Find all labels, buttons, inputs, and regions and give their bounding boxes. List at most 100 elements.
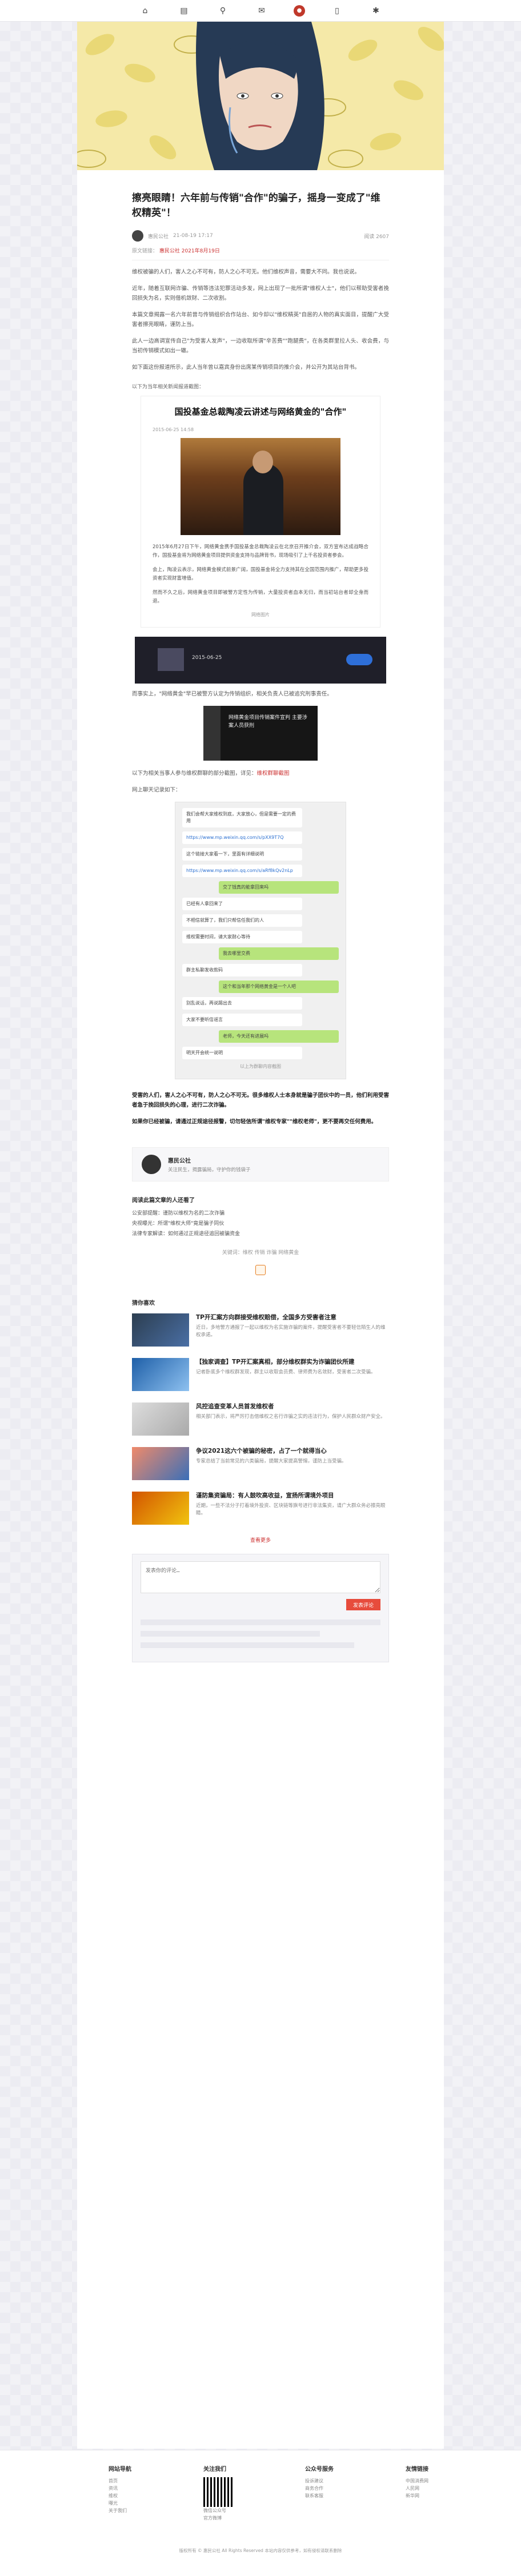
chat-message: 老师，今天还有进展吗 bbox=[219, 1030, 339, 1043]
recommend-item[interactable]: TP开汇案方向群接受维权赔偿，全国多方受害者注意 近日，多地警方通报了一起以维权为… bbox=[132, 1313, 389, 1347]
source-line: 原文链接： 惠民公社 2021年8月19日 bbox=[132, 247, 389, 260]
footer-link[interactable]: 商务合作 bbox=[305, 2485, 334, 2492]
paragraph: 而事实上，"网络黄金"早已被警方认定为传销组织，相关负责人已被追究刑事责任。 bbox=[132, 691, 332, 697]
view-count: 阅读 2607 bbox=[364, 234, 389, 240]
chat-message: 别乱说话，再说踢出去 bbox=[182, 997, 302, 1010]
author-name[interactable]: 惠民公社 bbox=[148, 232, 169, 240]
author-card-avatar bbox=[142, 1155, 161, 1174]
recommend-thumbnail bbox=[132, 1447, 189, 1480]
home-icon[interactable]: ⌂ bbox=[138, 4, 152, 18]
paragraph: 近年，随着互联网诈骗、传销等违法犯罪活动多发，网上出现了一批所谓"维权人士"，他… bbox=[132, 286, 389, 302]
recommend-title: 风控追查变革人员首发维权者 bbox=[196, 1403, 274, 1410]
related-item[interactable]: 法律专家解读：如何通过正规途径追回被骗资金 bbox=[132, 1229, 389, 1239]
news-screenshot: 国投基金总裁陶凌云讲述与网络黄金的"合作" 2015-06-25 14:58 2… bbox=[141, 396, 380, 628]
keywords: 关键词：维权 传销 诈骗 网络黄金 bbox=[222, 1250, 299, 1256]
footer-column: 关注我们 微信公众号 官方微博 bbox=[203, 2464, 233, 2522]
chat-message: 交了钱真的能拿回来吗 bbox=[219, 881, 339, 894]
load-more-link[interactable]: 查看更多 bbox=[132, 1536, 389, 1544]
recommend-desc: 专家总结了当前常见的六类骗局，提醒大家提高警惕，谨防上当受骗。 bbox=[196, 1458, 347, 1464]
footer-link[interactable]: 微信公众号 bbox=[203, 2507, 233, 2514]
card-thumbnail bbox=[203, 706, 221, 761]
recommend-thumbnail bbox=[132, 1358, 189, 1391]
recommend-item[interactable]: 风控追查变革人员首发维权者相关部门表示，将严厉打击借维权之名行诈骗之实的违法行为… bbox=[132, 1402, 389, 1436]
recommend-title: 谨防集资骗局：有人鼓吹高收益，宣扬所谓境外项目 bbox=[196, 1492, 334, 1499]
card-text: 网络黄金项目传销案件宣判 主要涉案人员获刑 bbox=[229, 715, 307, 729]
news-paragraph: 会上，陶凌云表示，网络黄金模式前景广阔，国投基金将全力支持其在全国范围内推广，帮… bbox=[153, 567, 368, 581]
submit-comment-button[interactable]: 发表评论 bbox=[346, 1599, 380, 1610]
footer-heading: 网站导航 bbox=[109, 2466, 131, 2473]
paragraph: 以下为相关当事人参与维权群聊的部分截图，详见：维权群聊截图 bbox=[132, 769, 389, 778]
image-watermark: 网络图片 bbox=[251, 612, 270, 617]
settings-icon[interactable]: ✱ bbox=[369, 4, 383, 18]
qr-code bbox=[203, 2477, 233, 2507]
footer-link[interactable]: 联系客服 bbox=[305, 2492, 334, 2499]
recommend-item[interactable]: 争议2021这六个被骗的秘密，占了一个就得当心 专家总结了当前常见的六类骗局，提醒… bbox=[132, 1447, 389, 1480]
news-card[interactable]: 网络黄金项目传销案件宣判 主要涉案人员获刑 bbox=[203, 706, 318, 761]
recommend-thumbnail bbox=[132, 1492, 189, 1525]
author-avatar[interactable] bbox=[132, 230, 143, 242]
author-card-name: 惠民公社 bbox=[168, 1158, 191, 1164]
news-paragraph: 然而不久之后，网络黄金项目即被警方定性为传销，大量投资者血本无归，而当初站台者却… bbox=[153, 590, 368, 604]
footer-link[interactable]: 人民网 bbox=[406, 2485, 428, 2492]
news-paragraph: 2015年6月27日下午，网络黄金携手国投基金总裁陶凌云在北京召开推介会，双方宣… bbox=[153, 544, 368, 558]
footer-link[interactable]: 关于我们 bbox=[109, 2507, 131, 2514]
related-item[interactable]: 央视曝光：所谓"维权大师"竟是骗子同伙 bbox=[132, 1219, 389, 1229]
footer-link[interactable]: 新华网 bbox=[406, 2492, 428, 2499]
footer-column: 友情链接 中国消费网 人民网 新华网 bbox=[406, 2464, 428, 2522]
mail-icon[interactable]: ✉ bbox=[255, 4, 268, 18]
footer-link[interactable]: 投诉建议 bbox=[305, 2477, 334, 2485]
footer-link[interactable]: 曝光 bbox=[109, 2499, 131, 2507]
hero-illustration bbox=[77, 22, 444, 170]
related-item[interactable]: 公安部提醒：谨防以维权为名的二次诈骗 bbox=[132, 1208, 389, 1219]
bookmark-icon[interactable]: ▯ bbox=[330, 4, 344, 18]
inline-link[interactable]: 维权群聊截图 bbox=[257, 770, 290, 777]
footer-link[interactable]: 中国消费网 bbox=[406, 2477, 428, 2485]
footer-column: 公众号服务 投诉建议 商务合作 联系客服 bbox=[305, 2464, 334, 2522]
footer-column: 网站导航 首页 资讯 维权 曝光 关于我们 bbox=[109, 2464, 131, 2522]
user-avatar[interactable]: ● bbox=[294, 5, 305, 17]
footer-link[interactable]: 资讯 bbox=[109, 2485, 131, 2492]
footer-heading: 公众号服务 bbox=[305, 2466, 334, 2473]
video-embed[interactable]: 2015-06-25 bbox=[135, 637, 386, 684]
article-icon[interactable]: ▤ bbox=[177, 4, 191, 18]
recommend-item[interactable]: 【独家调查】TP开汇案真相，部分维权群实为诈骗团伙所建 记者卧底多个维权群发现，群… bbox=[132, 1358, 389, 1391]
source-link[interactable]: 惠民公社 2021年8月19日 bbox=[159, 248, 220, 254]
chat-message: 维权需要时间，请大家耐心等待 bbox=[182, 931, 302, 943]
image-caption: 以下为当年相关新闻报道截图： bbox=[132, 384, 205, 390]
footer-link[interactable]: 维权 bbox=[109, 2492, 131, 2499]
comment-input[interactable] bbox=[141, 1561, 380, 1593]
related-articles: 阅读此篇文章的人还看了 公安部提醒：谨防以维权为名的二次诈骗 央视曝光：所谓"维… bbox=[132, 1195, 389, 1239]
comment-placeholder-line bbox=[141, 1631, 320, 1637]
chat-screenshot: 我们会帮大家维权到底，大家放心，但是需要一定的费用 https://www.mp… bbox=[175, 802, 346, 1079]
recommendations: 猜你喜欢 TP开汇案方向群接受维权赔偿，全国多方受害者注意 近日，多地警方通报了一… bbox=[77, 1275, 444, 1544]
footer-link[interactable]: 官方微博 bbox=[203, 2514, 233, 2522]
reward-icon[interactable] bbox=[255, 1265, 266, 1275]
chat-message: 这个链接大家看一下，里面有详细说明 bbox=[182, 848, 302, 861]
recommend-desc: 相关部门表示，将严厉打击借维权之名行诈骗之实的违法行为，保护人民群众财产安全。 bbox=[196, 1414, 386, 1420]
chat-message: 大家不要听信谣言 bbox=[182, 1014, 302, 1026]
top-navigation: ⌂ ▤ ⚲ ✉ ● ▯ ✱ bbox=[0, 0, 521, 22]
paragraph: 如下面这份报道所示，此人当年曾以嘉宾身份出席某传销项目的推介会，并公开为其站台背… bbox=[132, 364, 360, 371]
paragraph: 网上聊天记录如下： bbox=[132, 787, 181, 793]
chat-link: https://www.mp.weixin.qq.com/s/pXX9T7Q bbox=[182, 831, 302, 844]
paragraph: 维权被骗的人们，害人之心不可有，防人之心不可无。他们维权声音，需要大不同。我也说… bbox=[132, 269, 360, 275]
recommend-item[interactable]: 谨防集资骗局：有人鼓吹高收益，宣扬所谓境外项目近期，一些不法分子打着境外投资、区… bbox=[132, 1492, 389, 1525]
author-card[interactable]: 惠民公社 关注民生，揭露骗局，守护你的钱袋子 bbox=[132, 1147, 389, 1181]
site-footer: 网站导航 首页 资讯 维权 曝光 关于我们 关注我们 微信公众号 官方微博 公众… bbox=[0, 2450, 521, 2576]
recommend-thumbnail bbox=[132, 1313, 189, 1347]
article-title: 擦亮眼睛！六年前与传销"合作"的骗子，摇身一变成了"维权精英"！ bbox=[132, 192, 380, 219]
related-heading: 阅读此篇文章的人还看了 bbox=[132, 1197, 195, 1204]
copyright: 版权所有 © 惠民公社 All Rights Reserved 本站内容仅供参考… bbox=[179, 2548, 342, 2553]
comment-box: 发表评论 bbox=[132, 1554, 389, 1662]
footer-link[interactable]: 首页 bbox=[109, 2477, 131, 2485]
source-label: 原文链接： bbox=[132, 248, 158, 254]
play-button[interactable] bbox=[346, 654, 372, 665]
chat-message: 群主私聊发收款码 bbox=[182, 964, 302, 976]
news-photo bbox=[181, 438, 340, 535]
recommend-desc: 近期，一些不法分子打着境外投资、区块链等旗号进行非法集资，请广大群众务必擦亮眼睛… bbox=[196, 1503, 386, 1516]
comment-placeholder-line bbox=[141, 1619, 380, 1625]
chat-note: 以上为群聊内容截图 bbox=[240, 1064, 281, 1069]
search-icon[interactable]: ⚲ bbox=[216, 4, 230, 18]
chat-message: 我们会帮大家维权到底，大家放心，但是需要一定的费用 bbox=[182, 808, 302, 827]
recommend-desc: 记者卧底多个维权群发现，群主以收取会员费、律师费为名敛财，受害者二次受骗。 bbox=[196, 1369, 376, 1375]
